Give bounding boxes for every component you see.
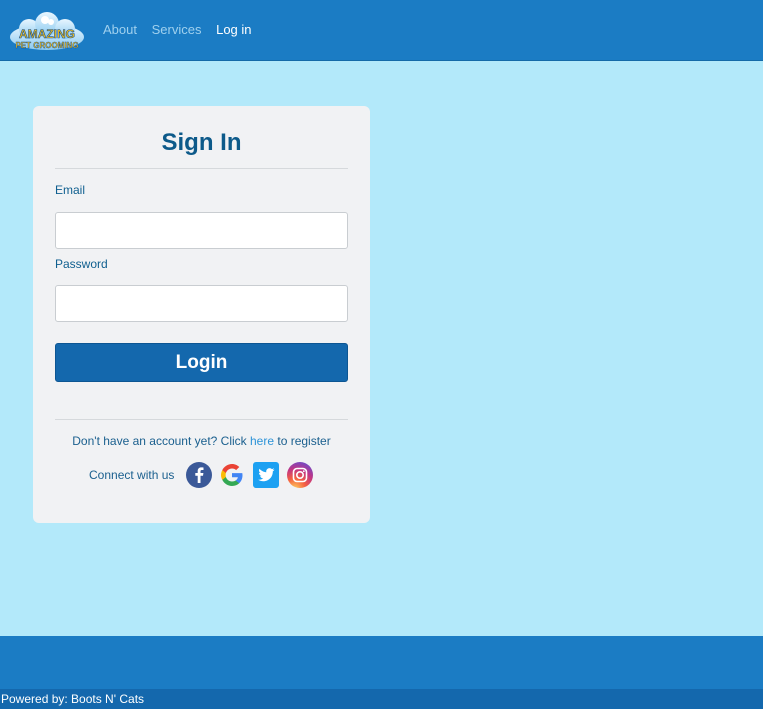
register-suffix: to register	[274, 434, 331, 448]
title-divider	[55, 168, 348, 169]
email-label: Email	[55, 183, 86, 197]
footer-powered-by: Powered by: Boots N' Cats	[0, 689, 763, 709]
sign-in-card: Sign In Email Password Login Don't have …	[33, 106, 370, 523]
footer-divider	[55, 419, 348, 420]
register-text: Don't have an account yet? Click here to…	[33, 434, 370, 448]
password-label: Password	[55, 257, 108, 271]
logo-text-line1: AMAZING	[19, 27, 75, 41]
facebook-icon[interactable]	[185, 461, 213, 489]
logo-text-line2: PET GROOMING	[15, 41, 78, 50]
google-icon[interactable]	[218, 461, 246, 489]
email-field[interactable]	[55, 212, 348, 249]
login-button[interactable]: Login	[55, 343, 348, 382]
nav-links: About Services Log in	[103, 22, 263, 37]
nav-about[interactable]: About	[103, 22, 137, 37]
sign-in-title: Sign In	[161, 129, 242, 156]
instagram-icon[interactable]	[286, 461, 314, 489]
navbar: AMAZING PET GROOMING About Services Log …	[0, 0, 763, 61]
password-field[interactable]	[55, 285, 348, 322]
footer-band	[0, 636, 763, 689]
connect-label: Connect with us	[89, 468, 175, 482]
amazing-pet-grooming-logo[interactable]: AMAZING PET GROOMING	[9, 11, 85, 51]
nav-login[interactable]: Log in	[216, 22, 251, 37]
register-link[interactable]: here	[250, 434, 274, 448]
register-prefix: Don't have an account yet? Click	[72, 434, 250, 448]
twitter-icon[interactable]	[252, 461, 280, 489]
nav-services[interactable]: Services	[152, 22, 202, 37]
